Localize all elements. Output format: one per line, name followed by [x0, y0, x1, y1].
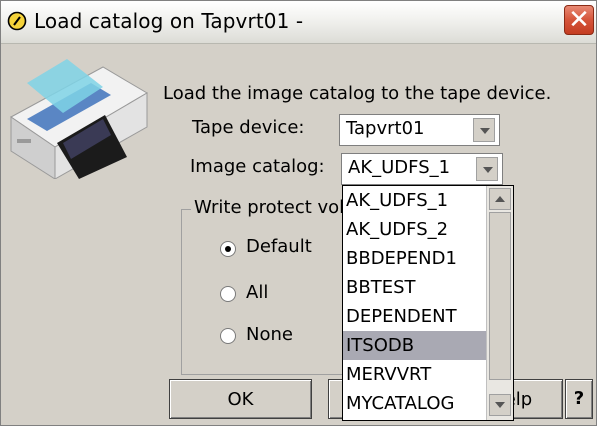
dropdown-option[interactable]: AK_UDFS_2	[343, 215, 486, 244]
dropdown-option[interactable]: MYCATALOG	[343, 389, 486, 418]
window-title: Load catalog on Tapvrt01 -	[34, 9, 304, 33]
dropdown-option[interactable]: ITSODB	[343, 331, 486, 360]
radio-all-label: All	[246, 282, 269, 303]
dropdown-option[interactable]: BBTEST	[343, 273, 486, 302]
scroll-up-button[interactable]	[489, 188, 511, 210]
scroll-thumb[interactable]	[489, 212, 511, 380]
question-button[interactable]: ?	[565, 379, 593, 419]
tape-device-icon	[7, 47, 157, 179]
radio-selected-dot	[225, 246, 231, 252]
title-bar: Load catalog on Tapvrt01 - ✕	[1, 1, 596, 44]
radio-default[interactable]	[220, 241, 236, 257]
radio-all[interactable]	[220, 286, 236, 302]
tape-device-dropdown-button[interactable]	[473, 118, 495, 142]
radio-none-label: None	[246, 324, 293, 345]
radio-none[interactable]	[220, 328, 236, 344]
dropdown-option[interactable]: AK_UDFS_1	[343, 186, 486, 215]
tape-device-label: Tape device:	[192, 117, 305, 138]
close-button[interactable]: ✕	[564, 5, 594, 35]
tape-device-value: Tapvrt01	[346, 118, 425, 139]
ok-button[interactable]: OK	[169, 379, 312, 419]
image-catalog-value: AK_UDFS_1	[348, 157, 451, 178]
image-catalog-dropdown-button[interactable]	[476, 157, 498, 181]
tape-device-select[interactable]: Tapvrt01	[339, 114, 500, 146]
chevron-down-icon	[483, 167, 493, 173]
question-label: ?	[573, 388, 585, 409]
scroll-down-button[interactable]	[489, 394, 511, 416]
chevron-down-icon	[480, 128, 490, 134]
image-catalog-dropdown-list: AK_UDFS_1 AK_UDFS_2 BBDEPEND1 BBTEST DEPENDE…	[342, 185, 514, 421]
chevron-up-icon	[495, 196, 505, 202]
dropdown-scrollbar[interactable]	[486, 186, 513, 420]
image-catalog-select[interactable]: AK_UDFS_1	[341, 153, 503, 185]
dialog-window: Load catalog on Tapvrt01 - ✕ Load the im…	[0, 0, 597, 426]
ok-label: OK	[227, 389, 254, 410]
write-protect-title: Write protect vol	[191, 197, 348, 218]
info-disc-icon	[7, 11, 27, 31]
dropdown-option[interactable]: MERVVRT	[343, 360, 486, 389]
close-icon: ✕	[568, 5, 590, 35]
chevron-down-icon	[495, 402, 505, 408]
prompt-text: Load the image catalog to the tape devic…	[163, 83, 552, 104]
dropdown-option[interactable]: DEPENDENT	[343, 302, 486, 331]
image-catalog-label: Image catalog:	[190, 156, 325, 177]
radio-default-label: Default	[246, 236, 312, 257]
dropdown-option[interactable]: BBDEPEND1	[343, 244, 486, 273]
